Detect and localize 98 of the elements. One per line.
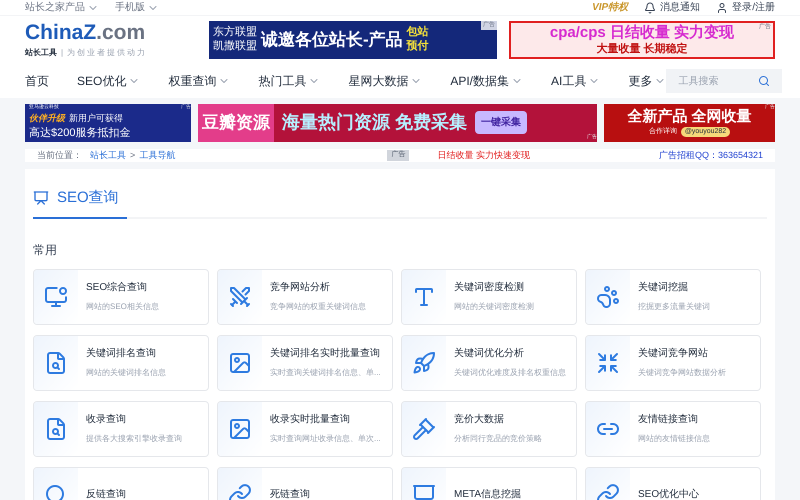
tool-title: 竞争网站分析	[270, 280, 331, 295]
tool-description: 实时查询网址收录信息、单次...	[270, 433, 381, 445]
tool-description: 网站的关键词密度检测	[454, 301, 534, 313]
tool-card[interactable]: SEO综合查询 网站的SEO相关信息	[33, 268, 209, 324]
ad-headline: 高达$200服务抵扣金	[29, 126, 132, 141]
promo-link[interactable]: 日结收量 实力快速变现	[437, 148, 530, 162]
picture-icon	[228, 350, 252, 374]
nav-item[interactable]: AI工具	[551, 72, 600, 90]
breadcrumb-link[interactable]: 工具导航	[139, 148, 176, 162]
tool-card[interactable]: 关键词优化分析 关键词优化难度及排名权重信息	[401, 334, 577, 390]
tool-card[interactable]: 关键词排名实时批量查询 实时查询关键词排名信息、单...	[217, 334, 393, 390]
tool-card[interactable]: 关键词排名查询 网站的关键词排名信息	[33, 334, 209, 390]
tool-title: 竞价大数据	[454, 412, 505, 427]
top-link[interactable]: 手机版	[115, 0, 159, 15]
nav-item[interactable]: 权重查询	[168, 72, 230, 90]
presentation-icon	[412, 482, 436, 500]
tool-title: 关键词竞争网站	[638, 346, 709, 361]
link-icon	[228, 482, 252, 500]
tool-title: SEO优化中心	[638, 488, 700, 500]
nav-item[interactable]: 热门工具	[258, 72, 320, 90]
ad-text: 伙伴升级	[29, 112, 65, 124]
tool-card[interactable]: 竞争网站分析 竞争网站的权重关键词信息	[217, 268, 393, 324]
login-link[interactable]: 登录/注册	[716, 0, 775, 15]
tool-title: 收录实时批量查询	[270, 412, 351, 427]
nav-item[interactable]: API/数据集	[450, 72, 524, 90]
tool-title: META信息挖掘	[454, 488, 522, 500]
nav-item[interactable]: SEO优化	[77, 72, 140, 90]
logo[interactable]: ChinaZ.com	[25, 22, 205, 42]
tool-card[interactable]: 反链查询	[33, 466, 209, 500]
tool-description: 竞争网站的权重关键词信息	[270, 301, 366, 313]
rocket-icon	[412, 350, 436, 374]
tool-card[interactable]: SEO优化中心	[585, 466, 761, 500]
ad-headline: 全新产品 全网收量	[627, 108, 752, 127]
ad-button[interactable]: 一键采集	[475, 111, 528, 134]
tool-description: 关键词竞争网站数据分析	[638, 367, 726, 379]
top-link[interactable]: 站长之家产品	[25, 0, 99, 15]
tool-card[interactable]: 关键词密度检测 网站的关键词密度检测	[401, 268, 577, 324]
nav-item[interactable]: 星网大数据	[348, 72, 422, 90]
section-tab[interactable]: SEO查询	[33, 187, 127, 218]
monitor-chart-icon	[44, 284, 68, 308]
tool-card[interactable]: 友情链接查询 网站的友情链接信息	[585, 400, 761, 456]
tool-title: 死链查询	[270, 488, 310, 500]
tool-title: 关键词挖掘	[638, 280, 689, 295]
contact-link[interactable]: 广告招租QQ：363654321	[658, 148, 763, 162]
logo-slogan: 为创业者提供动力	[67, 46, 148, 58]
ad-text: 新用户可获得	[69, 112, 123, 124]
tool-description: 关键词优化难度及排名权重信息	[454, 367, 566, 379]
tool-card[interactable]: 关键词竞争网站 关键词竞争网站数据分析	[585, 334, 761, 390]
tool-description: 分析同行竞品的竞价策略	[454, 433, 542, 445]
user-icon	[716, 2, 728, 14]
logo-divider: |	[61, 46, 64, 58]
tool-card[interactable]: 关键词挖掘 挖掘更多流量关键词	[585, 268, 761, 324]
tool-description: 网站的SEO相关信息	[86, 301, 159, 313]
tool-title: SEO综合查询	[86, 280, 148, 295]
breadcrumb-label: 当前位置：	[37, 148, 82, 162]
ad-text: 东方联盟	[213, 26, 257, 40]
nav-item[interactable]: 更多	[628, 72, 666, 90]
group-heading: 常用	[33, 242, 58, 258]
logo-tag: 站长工具	[25, 46, 57, 58]
tool-card[interactable]: 收录查询 提供各大搜索引擎收录查询	[33, 400, 209, 456]
link-icon	[596, 482, 620, 500]
tool-description: 挖掘更多流量关键词	[638, 301, 710, 313]
ad-headline: cpa/cps 日结收量 实力变现	[550, 24, 734, 42]
gavel-icon	[412, 416, 436, 440]
document-search-icon	[44, 416, 68, 440]
tool-card[interactable]: META信息挖掘	[401, 466, 577, 500]
tool-card[interactable]: 死链查询	[217, 466, 393, 500]
tool-description: 实时查询关键词排名信息、单...	[270, 367, 381, 379]
tool-description: 网站的关键词排名信息	[86, 367, 166, 379]
tool-title: 关键词密度检测	[454, 280, 525, 295]
tool-title: 收录查询	[86, 412, 127, 427]
paw-icon	[596, 284, 620, 308]
nav-item[interactable]: 首页	[25, 72, 49, 90]
ad-text: 凯撒联盟	[213, 40, 257, 54]
document-search-icon	[44, 350, 68, 374]
bell-icon	[644, 2, 656, 14]
breadcrumb-separator: >	[130, 148, 136, 162]
picture-icon	[228, 416, 252, 440]
tool-title: 关键词排名实时批量查询	[270, 346, 381, 361]
search-field[interactable]: 工具搜索	[666, 69, 782, 93]
ad-badge-text: 预付	[406, 40, 429, 54]
tool-card[interactable]: 竞价大数据 分析同行竞品的竞价策略	[401, 400, 577, 456]
crossed-swords-icon	[228, 284, 252, 308]
ad-text: 大量收量 长期稳定	[596, 42, 688, 56]
ad-badge-text: 包站	[406, 26, 429, 40]
ad-headline: 诚邀各位站长-产品	[261, 29, 403, 52]
tool-title: 反链查询	[86, 488, 126, 500]
ad-brand: 豆瓣资源	[198, 104, 274, 142]
notification-link[interactable]: 消息通知	[644, 0, 700, 15]
tool-description: 网站的友情链接信息	[638, 433, 710, 445]
breadcrumb-link[interactable]: 站长工具	[90, 148, 126, 162]
tool-card[interactable]: 收录实时批量查询 实时查询网址收录信息、单次...	[217, 400, 393, 456]
tool-title: 友情链接查询	[638, 412, 699, 427]
tool-title: 关键词优化分析	[454, 346, 525, 361]
arrows-inward-icon	[596, 350, 620, 374]
tool-description: 提供各大搜索引擎收录查询	[86, 433, 182, 445]
ad-headline: 海量热门资源 免费采集	[280, 111, 468, 134]
tool-title: 关键词排名查询	[86, 346, 157, 361]
